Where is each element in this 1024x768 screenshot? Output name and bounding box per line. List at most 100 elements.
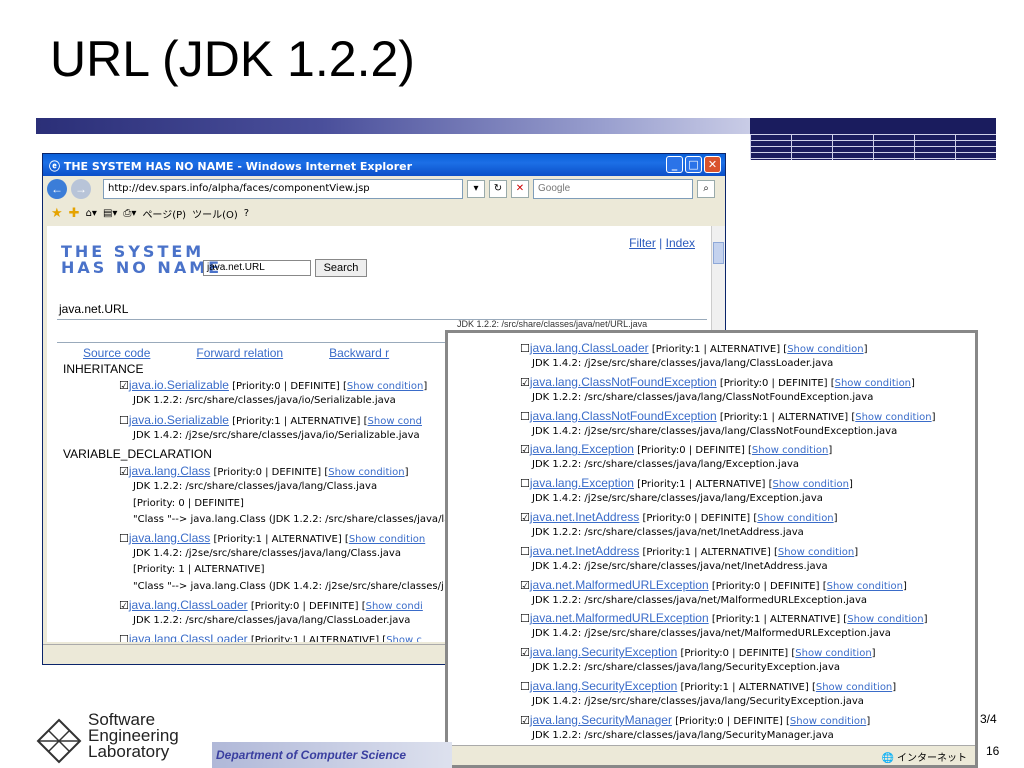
tab-source-code[interactable]: Source code [83,346,150,360]
source-path-line: [Priority: 0 | DEFINITE] [133,498,244,509]
show-condition-link[interactable]: Show cond [368,416,422,427]
show-condition-link[interactable]: Show condition [787,344,863,355]
show-condition-link[interactable]: Show condition [349,534,425,545]
class-link[interactable]: java.lang.SecurityException [530,645,677,659]
show-condition-link[interactable]: Show condition [778,547,854,558]
class-link[interactable]: java.lang.ClassLoader [129,598,248,612]
checkbox[interactable]: ☑ [520,579,530,592]
address-input[interactable]: http://dev.spars.info/alpha/faces/compon… [103,179,463,199]
relation-row: ☑java.lang.SecurityException [Priority:0… [520,645,876,659]
home-icon[interactable]: ⌂▾ [86,208,97,219]
checkbox[interactable]: ☐ [520,612,530,625]
feeds-icon[interactable]: ▤▾ [103,208,117,219]
checkbox[interactable]: ☑ [520,443,530,456]
dropdown-icon[interactable]: ▾ [467,180,485,198]
class-link[interactable]: java.net.MalformedURLException [530,578,709,592]
class-link[interactable]: java.lang.SecurityException [530,679,677,693]
class-link[interactable]: java.lang.Class [129,531,210,545]
class-link[interactable]: java.net.InetAddress [530,544,639,558]
checkbox[interactable]: ☐ [119,414,129,427]
show-condition-link[interactable]: Show condition [835,378,911,389]
checkbox[interactable]: ☐ [520,342,530,355]
class-link[interactable]: java.lang.Class [129,464,210,478]
show-condition-link[interactable]: Show condition [757,513,833,524]
checkbox[interactable]: ☑ [119,599,129,612]
checkbox[interactable]: ☐ [520,477,530,490]
show-condition-link[interactable]: Show condition [752,445,828,456]
class-name: java.net.URL [59,302,129,316]
checkbox[interactable]: ☐ [119,633,129,642]
index-link[interactable]: Index [666,236,695,250]
class-link[interactable]: java.io.Serializable [129,378,229,392]
bracket: ] [871,648,876,660]
class-link[interactable]: java.lang.Exception [530,476,634,490]
search-input[interactable]: Google [533,179,693,199]
source-path-line: JDK 1.2.2: /src/share/classes/java/net/I… [532,526,804,538]
title-band-grid [750,118,996,160]
page-menu[interactable]: ページ(P) [142,206,186,221]
checkbox[interactable]: ☐ [520,545,530,558]
checkbox[interactable]: ☐ [520,410,530,423]
add-favorites-icon[interactable]: ✚ [69,206,80,221]
relation-row: ☐java.net.MalformedURLException [Priorit… [520,611,928,625]
tools-menu[interactable]: ツール(O) [192,206,238,221]
show-condition-link[interactable]: Show condition [827,581,903,592]
stop-icon[interactable]: ✕ [511,180,529,198]
bracket: ] [828,445,833,457]
show-condition-link[interactable]: Show condition [773,479,849,490]
show-condition-link[interactable]: Show condi [366,601,423,612]
checkbox[interactable]: ☑ [520,376,530,389]
class-link[interactable]: java.lang.Exception [530,442,634,456]
filter-link[interactable]: Filter [629,236,656,250]
show-condition-link[interactable]: Show condition [328,467,404,478]
tab-forward-relation[interactable]: Forward relation [196,346,283,360]
help-icon[interactable]: ? [244,208,249,219]
show-condition-link[interactable]: Show condition [847,614,923,625]
favorites-star-icon[interactable]: ★ [51,206,63,221]
show-condition-link[interactable]: Show condition [347,381,423,392]
checkbox[interactable]: ☑ [520,714,530,727]
show-condition-link[interactable]: Show condition [795,648,871,659]
class-link[interactable]: java.net.MalformedURLException [530,611,709,625]
class-link[interactable]: java.io.Serializable [129,413,229,427]
class-link[interactable]: java.lang.ClassLoader [129,632,248,642]
back-icon[interactable]: ← [47,179,67,199]
checkbox[interactable]: ☑ [119,465,129,478]
relation-row: ☑java.lang.SecurityManager [Priority:0 |… [520,713,870,727]
search-icon[interactable]: ⌕ [697,180,715,198]
show-condition-link[interactable]: Show condition [816,682,892,693]
close-button[interactable]: ✕ [704,156,721,173]
sel-logo: Software Engineering Laboratory [36,711,206,768]
forward-icon[interactable]: → [71,179,91,199]
show-condition-link[interactable]: Show condition [790,716,866,727]
minimize-button[interactable]: _ [666,156,683,173]
class-link[interactable]: java.lang.SecurityManager [530,713,672,727]
tab-backward-relation[interactable]: Backward r [329,346,389,360]
print-icon[interactable]: ⎙▾ [123,208,136,219]
priority-meta: [Priority:1 | ALTERNATIVE] [ [232,416,368,427]
search-button[interactable]: Search [315,259,367,277]
maximize-button[interactable]: □ [685,156,702,173]
checkbox[interactable]: ☑ [520,646,530,659]
class-link[interactable]: java.lang.ClassNotFoundException [530,375,717,389]
show-condition-link[interactable]: Show condition [855,412,931,423]
relation-row: ☑java.io.Serializable [Priority:0 | DEFI… [119,378,427,392]
checkbox[interactable]: ☐ [119,532,129,545]
query-input[interactable]: java.net.URL [203,260,311,276]
show-condition-link[interactable]: Show c [386,635,422,642]
checkbox[interactable]: ☑ [520,511,530,524]
class-link[interactable]: java.lang.ClassNotFoundException [530,409,717,423]
title-band [36,118,750,134]
bracket: ] [423,381,428,392]
scrollbar-thumb[interactable] [713,242,724,264]
checkbox[interactable]: ☑ [119,379,129,392]
priority-meta: [Priority:1 | ALTERNATIVE] [ [250,635,387,642]
source-path-line: JDK 1.2.2: /src/share/classes/java/lang/… [133,615,411,626]
priority-meta: [Priority:0 | DEFINITE] [ [719,377,835,389]
class-link[interactable]: java.lang.ClassLoader [530,341,649,355]
refresh-icon[interactable]: ↻ [489,180,507,198]
section-inheritance: INHERITANCE [63,362,144,376]
checkbox[interactable]: ☐ [520,680,530,693]
class-link[interactable]: java.net.InetAddress [530,510,639,524]
site-logo: THE SYSTEM HAS NO NAME [61,242,223,277]
